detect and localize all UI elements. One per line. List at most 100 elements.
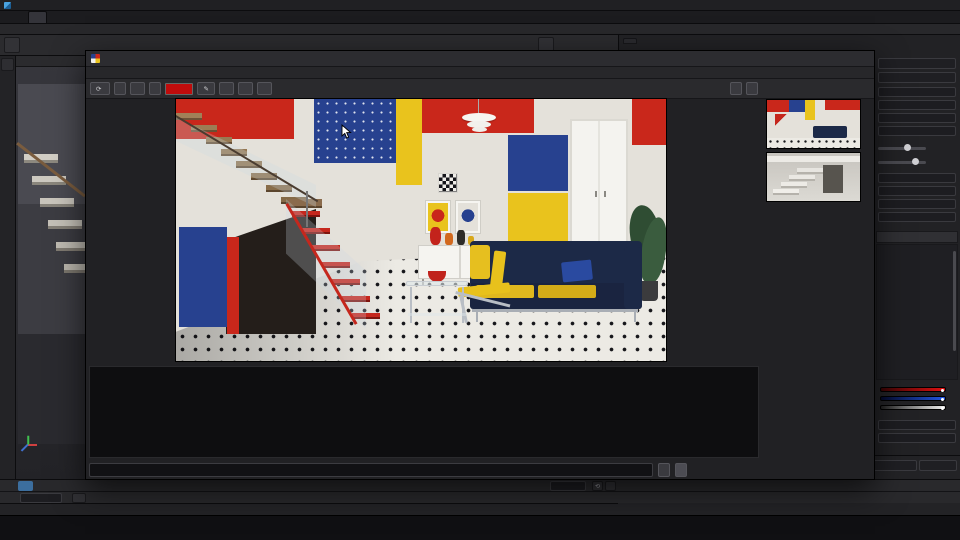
plant-pot (640, 281, 658, 301)
brush-color-swatch[interactable] (165, 82, 194, 95)
sofa-chrome-base (472, 309, 638, 312)
nano-load-button[interactable] (114, 82, 127, 95)
scrollbar[interactable] (953, 251, 956, 351)
nano-pro-window: ⟳ ✎ (85, 50, 875, 480)
document-tab-row (0, 11, 960, 24)
nano-input-row (89, 463, 759, 478)
glass-table-top (406, 281, 468, 286)
blue-panel-under-stairs (179, 227, 227, 327)
undo-stroke-button[interactable] (730, 82, 742, 95)
transport-buttons (72, 493, 86, 503)
layout-tab[interactable] (948, 15, 950, 19)
slider-handle[interactable] (904, 144, 911, 151)
glass-table-leg (462, 287, 464, 323)
sofa-leg (476, 312, 478, 322)
door-handle (604, 191, 606, 197)
gradient-bar-red[interactable] (880, 387, 946, 392)
cinema4d-app: ⟲ ⟳ ✎ (0, 0, 960, 540)
aspect-ratio-dropdown[interactable] (237, 82, 253, 95)
add-reference-button[interactable] (658, 463, 670, 477)
attribute-field[interactable] (878, 126, 956, 136)
timeline-loop-icon[interactable]: ⟲ (592, 481, 603, 491)
red-panel-top-right (632, 99, 666, 145)
cinema4d-logo-icon (4, 1, 11, 9)
slider-track[interactable] (878, 158, 926, 165)
toolbar-icon[interactable] (4, 37, 20, 53)
nano-toolbar: ⟳ ✎ (86, 79, 874, 99)
attribute-field[interactable] (878, 173, 956, 183)
manager-tabs (623, 38, 637, 44)
generated-image-canvas[interactable] (176, 99, 666, 361)
nano-pro-icon (91, 54, 100, 63)
attribute-field[interactable] (878, 212, 956, 222)
attribute-slider-row (878, 157, 956, 167)
pendant-lamp-shade (472, 127, 487, 132)
sofa-yellow-cushion (538, 285, 596, 298)
attribute-field[interactable] (878, 186, 956, 196)
status-bar (0, 503, 618, 515)
railing-post (306, 191, 308, 227)
attribute-field[interactable] (878, 199, 956, 209)
palette-icon[interactable] (1, 58, 14, 71)
timeline-ruler[interactable] (18, 481, 542, 491)
slider-track[interactable] (878, 144, 926, 151)
timeline-options-icon[interactable] (605, 481, 616, 491)
brush-size-dropdown[interactable] (218, 82, 234, 95)
resolution-dropdown[interactable] (256, 82, 272, 95)
transport-icon[interactable] (72, 493, 86, 503)
timeline-ruler-row: ⟲ (0, 479, 960, 491)
current-frame-field[interactable] (20, 493, 62, 503)
attribute-field[interactable] (878, 100, 956, 110)
status-dot (20, 507, 25, 512)
nano-titlebar[interactable] (86, 51, 874, 67)
attribute-manager-header (876, 231, 958, 243)
render-icon: ⟳ (96, 85, 102, 93)
manager-tab[interactable] (623, 38, 637, 44)
slider-handle[interactable] (912, 158, 919, 165)
prompt-input[interactable] (89, 463, 653, 477)
vase-orange (445, 233, 453, 245)
brush-icon: ✎ (203, 85, 209, 93)
attribute-field[interactable] (878, 113, 956, 123)
document-tab[interactable] (28, 11, 47, 23)
gradient-bar-white[interactable] (880, 405, 946, 410)
attribute-field[interactable] (878, 87, 956, 97)
blue-panel-right (508, 135, 568, 191)
attribute-list-area (876, 244, 958, 380)
hide-history-button[interactable] (746, 82, 758, 95)
vase-red (430, 227, 441, 245)
coordinate-mode-dropdown[interactable] (919, 460, 957, 471)
nano-log (89, 366, 759, 458)
transport-row (0, 491, 960, 503)
nano-model-dropdown[interactable] (130, 82, 146, 95)
timeline-option-icons: ⟲ (592, 481, 616, 491)
nano-render-button[interactable]: ⟳ (90, 82, 111, 95)
checkered-artwork (438, 173, 458, 193)
gradient-bar-blue[interactable] (880, 396, 946, 401)
coordinate-space-dropdown[interactable] (873, 460, 917, 471)
blue-dotted-panel (314, 99, 396, 163)
history-thumbnail-previous[interactable] (766, 152, 861, 202)
vase-dark (457, 230, 465, 245)
sofa-leg (634, 312, 636, 322)
end-frame-field[interactable] (550, 481, 586, 491)
attribute-dropdown-1[interactable] (878, 58, 956, 69)
layout-tabs (948, 10, 950, 23)
door-handle (595, 191, 597, 197)
generate-button[interactable] (675, 463, 687, 477)
window-titlebar (0, 0, 960, 11)
history-thumbnail-current[interactable] (766, 99, 861, 149)
framed-print (456, 201, 480, 233)
glass-table-leg (410, 287, 412, 323)
brush-tool-button[interactable]: ✎ (197, 82, 215, 95)
mouse-cursor (341, 124, 353, 145)
nano-api-keys-button[interactable] (149, 82, 162, 95)
attribute-dropdown-2[interactable] (878, 72, 956, 83)
main-menubar (0, 24, 960, 35)
attribute-field[interactable] (878, 420, 956, 430)
attribute-field[interactable] (878, 433, 956, 443)
nano-menurow (86, 67, 874, 79)
sofa-yellow-throw (470, 245, 490, 279)
glass-table-shelf (408, 313, 466, 316)
timeline-ticks (18, 481, 542, 491)
